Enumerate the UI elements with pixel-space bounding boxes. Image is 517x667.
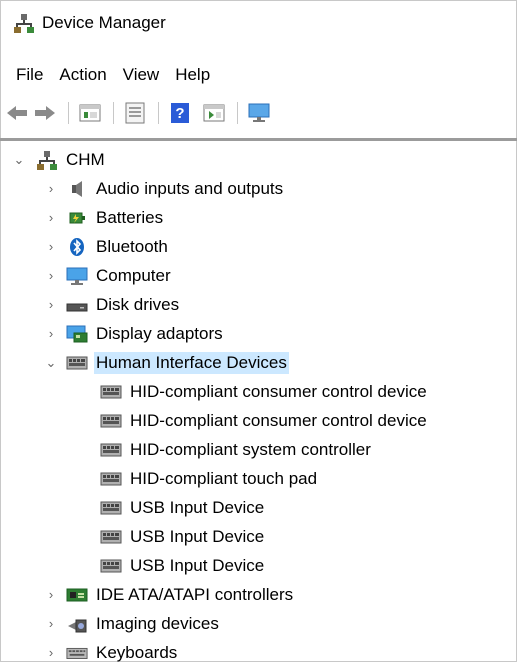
chevron-down-icon[interactable]: ⌄ <box>12 152 26 167</box>
tree-root[interactable]: ⌄ CHM <box>12 145 107 174</box>
tree-child-label: USB Input Device <box>130 555 265 575</box>
hid-icon <box>66 353 88 373</box>
toolbar: ? <box>0 96 272 130</box>
tree-item-display-adaptors[interactable]: › Display adaptors <box>44 319 225 348</box>
title-bar: Device Manager <box>0 0 517 46</box>
tree-item-keyboards[interactable]: › Keyboards <box>44 638 179 667</box>
tree-child-item[interactable]: HID-compliant touch pad <box>94 464 319 493</box>
keyboard-icon <box>66 643 88 663</box>
tree-child-label: USB Input Device <box>130 526 265 546</box>
hid-icon <box>100 527 122 547</box>
bluetooth-icon <box>66 237 88 257</box>
tree-item-human-interface-devices[interactable]: ⌄ Human Interface Devices <box>44 348 289 377</box>
hid-icon <box>100 498 122 518</box>
tree-item-label: Disk drives <box>96 294 180 314</box>
chevron-right-icon[interactable]: › <box>44 587 58 602</box>
chevron-right-icon[interactable]: › <box>44 239 58 254</box>
toolbar-divider <box>0 138 517 141</box>
tree-child-item[interactable]: USB Input Device <box>94 551 266 580</box>
tree-child-label: HID-compliant system controller <box>130 439 371 459</box>
tree-child-item[interactable]: HID-compliant system controller <box>94 435 373 464</box>
tree-item-label: Human Interface Devices <box>94 351 289 374</box>
window-title: Device Manager <box>42 13 166 32</box>
tree-child-label: HID-compliant touch pad <box>130 468 318 488</box>
hid-icon <box>100 469 122 489</box>
hid-icon <box>100 440 122 460</box>
disk-icon <box>66 295 88 315</box>
menu-view[interactable]: View <box>123 65 160 85</box>
tree-item-imaging-devices[interactable]: › Imaging devices <box>44 609 221 638</box>
menu-bar: File Action View Help <box>0 60 210 90</box>
display-adapter-icon <box>66 324 88 344</box>
tree-child-label: HID-compliant consumer control device <box>130 410 427 430</box>
tree-item-disk-drives[interactable]: › Disk drives <box>44 290 181 319</box>
tree-item-batteries[interactable]: › Batteries <box>44 203 165 232</box>
tree-item-label: Keyboards <box>96 642 178 662</box>
tree-child-label: HID-compliant consumer control device <box>130 381 427 401</box>
tree-item-bluetooth[interactable]: › Bluetooth <box>44 232 170 261</box>
properties-icon[interactable] <box>77 100 103 126</box>
tree-item-label: Display adaptors <box>96 323 223 343</box>
toolbar-separator <box>158 102 159 124</box>
update-icon[interactable] <box>122 100 148 126</box>
speaker-icon <box>66 179 88 199</box>
help-icon[interactable]: ? <box>167 100 193 126</box>
chevron-right-icon[interactable]: › <box>44 210 58 225</box>
tree-child-item[interactable]: HID-compliant consumer control device <box>94 406 429 435</box>
run-icon[interactable] <box>201 100 227 126</box>
tree-item-label: Computer <box>96 265 171 285</box>
tree-item-label: Imaging devices <box>96 613 219 633</box>
hid-icon <box>100 556 122 576</box>
tree-item-ide-controllers[interactable]: › IDE ATA/ATAPI controllers <box>44 580 295 609</box>
tree-item-label: Bluetooth <box>96 236 168 256</box>
menu-help[interactable]: Help <box>175 65 210 85</box>
tree-child-item[interactable]: HID-compliant consumer control device <box>94 377 429 406</box>
toolbar-separator <box>113 102 114 124</box>
forward-icon[interactable] <box>32 100 58 126</box>
tree-item-audio[interactable]: › Audio inputs and outputs <box>44 174 285 203</box>
chevron-right-icon[interactable]: › <box>44 645 58 660</box>
chevron-down-icon[interactable]: ⌄ <box>44 355 58 370</box>
back-icon[interactable] <box>4 100 30 126</box>
tree-child-label: USB Input Device <box>130 497 265 517</box>
svg-text:?: ? <box>175 105 184 122</box>
monitor-icon[interactable] <box>246 100 272 126</box>
toolbar-separator <box>68 102 69 124</box>
ide-icon <box>66 585 88 605</box>
hid-icon <box>100 411 122 431</box>
toolbar-separator <box>237 102 238 124</box>
computer-icon <box>66 266 88 286</box>
chevron-right-icon[interactable]: › <box>44 297 58 312</box>
hid-icon <box>100 382 122 402</box>
tree-item-label: Batteries <box>96 207 164 227</box>
computer-network-icon <box>36 150 58 170</box>
tree-item-computer[interactable]: › Computer <box>44 261 173 290</box>
camera-icon <box>66 614 88 634</box>
chevron-right-icon[interactable]: › <box>44 616 58 631</box>
tree-child-item[interactable]: USB Input Device <box>94 493 266 522</box>
chevron-right-icon[interactable]: › <box>44 268 58 283</box>
tree-child-item[interactable]: USB Input Device <box>94 522 266 551</box>
tree-item-label: Audio inputs and outputs <box>96 178 284 198</box>
battery-icon <box>66 208 88 228</box>
menu-file[interactable]: File <box>16 65 43 85</box>
menu-action[interactable]: Action <box>59 65 106 85</box>
tree-item-label: IDE ATA/ATAPI controllers <box>96 584 294 604</box>
chevron-right-icon[interactable]: › <box>44 181 58 196</box>
tree-root-label: CHM <box>66 149 105 169</box>
device-manager-icon <box>14 13 34 33</box>
chevron-right-icon[interactable]: › <box>44 326 58 341</box>
